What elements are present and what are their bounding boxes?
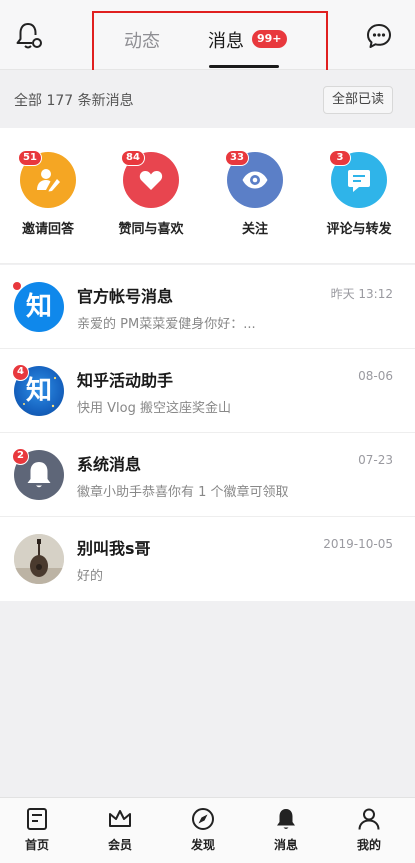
message-list: 知 官方帐号消息 昨天 13:12 亲爱的 PM菜菜爱健身你好：... 知 4 …: [0, 265, 415, 601]
message-row-activity-assistant[interactable]: 知 4 知乎活动助手 08-06 快用 Vlog 搬空这座奖金山: [0, 349, 415, 433]
category-badge: 3: [329, 150, 351, 166]
message-row-user[interactable]: 别叫我s哥 2019-10-05 好的: [0, 517, 415, 601]
message-preview: 快用 Vlog 搬空这座奖金山: [77, 401, 231, 416]
nav-profile[interactable]: 我的: [339, 806, 399, 853]
category-badge: 33: [225, 150, 249, 166]
bottom-nav: 首页 会员 发现 消息 我的: [0, 797, 415, 863]
message-preview: 好的: [77, 569, 104, 584]
notification-settings-icon[interactable]: [12, 20, 44, 52]
eye-icon: 33: [225, 150, 283, 208]
summary-bar: 全部 177 条新消息 全部已读: [0, 70, 415, 128]
message-row-official[interactable]: 知 官方帐号消息 昨天 13:12 亲爱的 PM菜菜爱健身你好：...: [0, 265, 415, 349]
nav-home[interactable]: 首页: [7, 806, 67, 853]
category-follow[interactable]: 33 关注: [210, 150, 300, 237]
comment-icon: 3: [329, 150, 387, 208]
message-title: 知乎活动助手: [77, 371, 174, 390]
crown-icon: [109, 810, 131, 827]
message-time: 2019-10-05: [323, 537, 393, 551]
nav-label: 我的: [356, 838, 381, 852]
message-time: 07-23: [358, 453, 393, 467]
message-time: 昨天 13:12: [330, 287, 393, 301]
top-bar: 动态 消息 99+: [0, 0, 415, 81]
unread-count-badge: 4: [12, 364, 29, 381]
tab-dongtai[interactable]: 动态: [124, 27, 160, 53]
message-title: 别叫我s哥: [77, 539, 151, 558]
user-photo-avatar: [14, 534, 64, 584]
invite-answer-icon: 51: [18, 150, 76, 208]
mark-all-read-button[interactable]: 全部已读: [322, 86, 393, 114]
category-label: 关注: [241, 222, 268, 237]
heart-icon: 84: [121, 150, 179, 208]
message-row-system[interactable]: 2 系统消息 07-23 徽章小助手恭喜你有 1 个徽章可领取: [0, 433, 415, 517]
category-likes[interactable]: 84 赞同与喜欢: [106, 150, 196, 237]
nav-label: 首页: [24, 838, 49, 852]
category-badge: 51: [18, 150, 42, 166]
category-invite-answer[interactable]: 51 邀请回答: [3, 150, 93, 237]
message-title: 官方帐号消息: [77, 287, 174, 306]
bell-icon: [277, 809, 295, 829]
nav-label: 会员: [107, 838, 132, 852]
unread-count-badge: 2: [12, 448, 29, 465]
avatar-glyph: 知: [25, 292, 52, 322]
category-label: 邀请回答: [21, 222, 74, 237]
category-label: 评论与转发: [326, 222, 392, 237]
category-comments[interactable]: 3 评论与转发: [314, 150, 404, 237]
category-label: 赞同与喜欢: [118, 222, 184, 237]
category-shortcuts: 51 邀请回答 84 赞同与喜欢 33 关注 3 评论与转发: [0, 128, 415, 264]
nav-messages[interactable]: 消息: [256, 806, 316, 853]
nav-discover[interactable]: 发现: [173, 806, 233, 853]
message-time: 08-06: [358, 369, 393, 383]
nav-label: 发现: [190, 838, 215, 852]
nav-label: 消息: [273, 838, 298, 852]
category-badge: 84: [121, 150, 145, 166]
active-tab-indicator: [209, 65, 279, 68]
tab-unread-badge: 99+: [252, 30, 287, 48]
zhihu-logo-avatar: 知: [14, 282, 64, 332]
unread-dot-badge: [12, 281, 22, 291]
message-title: 系统消息: [77, 455, 142, 474]
compass-icon: [192, 808, 214, 830]
person-icon: [358, 808, 380, 830]
message-preview: 亲爱的 PM菜菜爱健身你好：...: [77, 317, 256, 332]
message-preview: 徽章小助手恭喜你有 1 个徽章可领取: [77, 485, 289, 500]
nav-vip[interactable]: 会员: [90, 806, 150, 853]
home-icon: [27, 808, 47, 830]
tab-xiaoxi[interactable]: 消息: [208, 27, 244, 53]
chat-bubble-icon[interactable]: [365, 22, 393, 50]
unread-count-text: 全部 177 条新消息: [14, 93, 134, 109]
